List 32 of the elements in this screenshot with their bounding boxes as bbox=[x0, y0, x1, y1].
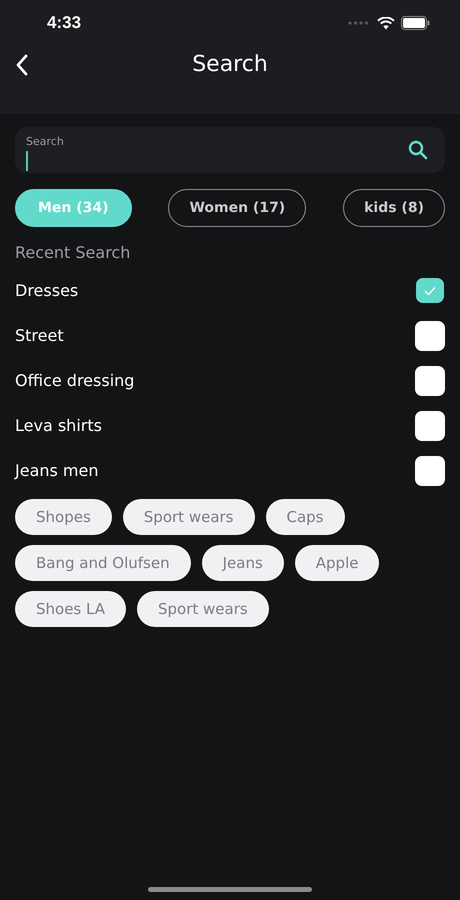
checkbox[interactable] bbox=[415, 366, 445, 396]
tag-chip[interactable]: Shopes bbox=[15, 499, 112, 535]
search-field[interactable]: Search bbox=[15, 127, 445, 173]
text-cursor bbox=[26, 151, 28, 171]
section-heading: Recent Search bbox=[15, 243, 132, 262]
recent-search-label: Office dressing bbox=[15, 371, 134, 390]
page-title: Search bbox=[192, 52, 268, 76]
tag-chip[interactable]: Sport wears bbox=[136, 591, 269, 627]
tag-chip[interactable]: Shoes LA bbox=[15, 591, 126, 627]
recent-search-label: Street bbox=[15, 326, 64, 345]
tag-chip[interactable]: Sport wears bbox=[122, 499, 254, 535]
checkmark-icon bbox=[424, 286, 436, 296]
recent-search-label: Dresses bbox=[15, 281, 78, 300]
tag-chip[interactable]: Caps bbox=[266, 499, 345, 535]
search-label: Search bbox=[26, 135, 64, 148]
checkbox[interactable] bbox=[415, 456, 445, 486]
tag-chip[interactable]: Bang and Olufsen bbox=[15, 545, 191, 581]
filter-tab[interactable]: Women (17) bbox=[168, 189, 306, 227]
search-icon[interactable] bbox=[408, 140, 428, 160]
wifi-icon bbox=[377, 16, 395, 30]
tag-chip[interactable]: Jeans bbox=[202, 545, 284, 581]
checkbox[interactable] bbox=[415, 320, 445, 350]
filter-tab[interactable]: kids (8) bbox=[343, 189, 445, 227]
recent-search-label: Leva shirts bbox=[15, 416, 102, 435]
checkbox[interactable] bbox=[415, 410, 445, 440]
checkbox[interactable] bbox=[416, 278, 444, 303]
back-icon[interactable] bbox=[15, 54, 29, 76]
battery-icon bbox=[401, 16, 430, 30]
status-time: 4:33 bbox=[47, 13, 82, 33]
signal-icon bbox=[348, 21, 369, 25]
tag-chip[interactable]: Apple bbox=[294, 545, 380, 581]
recent-search-label: Jeans men bbox=[15, 461, 98, 480]
